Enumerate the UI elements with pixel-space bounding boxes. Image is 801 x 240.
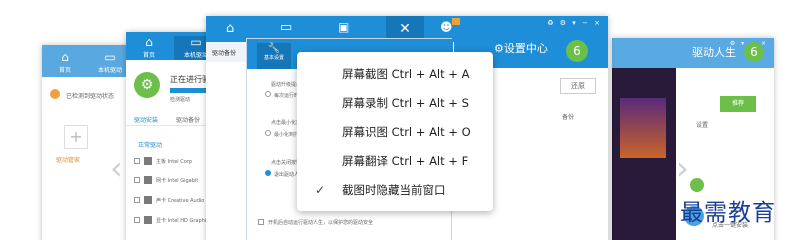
- settings-gear-icon: ⚙: [494, 42, 504, 55]
- checkbox[interactable]: [258, 219, 264, 225]
- recommend-button[interactable]: 推荐: [720, 96, 756, 112]
- radio-icon[interactable]: [265, 91, 271, 97]
- checkbox[interactable]: [134, 177, 140, 183]
- home-icon: ⌂: [61, 50, 69, 64]
- section-title: 正常驱动: [138, 142, 163, 149]
- nav-home-left[interactable]: ⌂ 首页: [136, 36, 162, 59]
- home-icon[interactable]: ⌂: [226, 21, 234, 36]
- game-banner: [612, 68, 676, 240]
- backup-icon[interactable]: ▣: [338, 20, 349, 34]
- menu-item-screen-record[interactable]: 屏幕录制 Ctrl + Alt + S: [297, 89, 493, 117]
- warning-icon: [50, 89, 60, 99]
- checkbox[interactable]: [134, 158, 140, 164]
- carousel-next-icon[interactable]: ›: [676, 152, 689, 184]
- monitor-icon: ▭: [104, 50, 116, 64]
- scan-gear-icon: ⚙: [134, 72, 160, 98]
- screenshot-stage: ⌂ 首页 ▭ 本机驱动 已检测到驱动状态 + 驱动管家 ⚙ ▾ − × 驱动人生…: [0, 0, 801, 240]
- add-icon[interactable]: +: [64, 125, 88, 149]
- back-window-right-header: ⚙ ▾ − × 驱动人生 6: [612, 38, 774, 68]
- tab-driver-backup[interactable]: 驱动备份: [176, 115, 200, 124]
- drivelife-logo-icon: 6: [744, 42, 764, 62]
- menu-item-screen-ocr[interactable]: 屏幕识图 Ctrl + Alt + O: [297, 118, 493, 146]
- right-window-title: 驱动人生: [692, 46, 736, 59]
- tab-basic-settings[interactable]: 🔧 基本设置: [257, 43, 291, 69]
- menu-item-screen-translate[interactable]: 屏幕翻译 Ctrl + Alt + F: [297, 147, 493, 175]
- checkbox[interactable]: [134, 217, 140, 223]
- status-dot-icon: [690, 178, 704, 192]
- settings-center-title: ⚙设置中心: [494, 42, 548, 55]
- carousel-prev-icon[interactable]: ‹: [110, 152, 123, 184]
- monitor-icon[interactable]: ▭: [280, 20, 292, 35]
- screenshot-context-menu: 屏幕截图 Ctrl + Alt + A 屏幕录制 Ctrl + Alt + S …: [297, 52, 493, 211]
- wrench-icon: 🔧: [267, 43, 281, 54]
- checkmark-icon: ✓: [315, 183, 326, 197]
- tab-driver-install[interactable]: 驱动安装: [134, 115, 158, 124]
- graphics-card-icon: [144, 216, 152, 224]
- nav-local-driver[interactable]: ▭ 本机驱动: [90, 51, 130, 74]
- brand-watermark: 最需教育: [680, 200, 776, 226]
- network-card-icon: [144, 176, 152, 184]
- menu-item-screenshot[interactable]: 屏幕截图 Ctrl + Alt + A: [297, 60, 493, 88]
- nav-home[interactable]: ⌂ 首页: [50, 51, 80, 74]
- user-group-icon[interactable]: ☻: [440, 20, 453, 34]
- banner-image: [620, 98, 666, 158]
- radio-icon[interactable]: [265, 130, 271, 136]
- sound-card-icon: [144, 196, 152, 204]
- window-controls[interactable]: ♻ ⚙ ▾ − ×: [547, 19, 602, 27]
- home-icon: ⌂: [145, 35, 153, 49]
- menu-item-hide-window[interactable]: ✓ 截图时隐藏当前窗口: [297, 176, 493, 204]
- checkbox[interactable]: [134, 197, 140, 203]
- radio-selected-icon[interactable]: [265, 170, 271, 176]
- restore-button[interactable]: 还原: [560, 78, 596, 94]
- motherboard-icon: [144, 157, 152, 165]
- notification-badge: [452, 18, 460, 25]
- drivelife-logo-icon: 6: [566, 40, 588, 62]
